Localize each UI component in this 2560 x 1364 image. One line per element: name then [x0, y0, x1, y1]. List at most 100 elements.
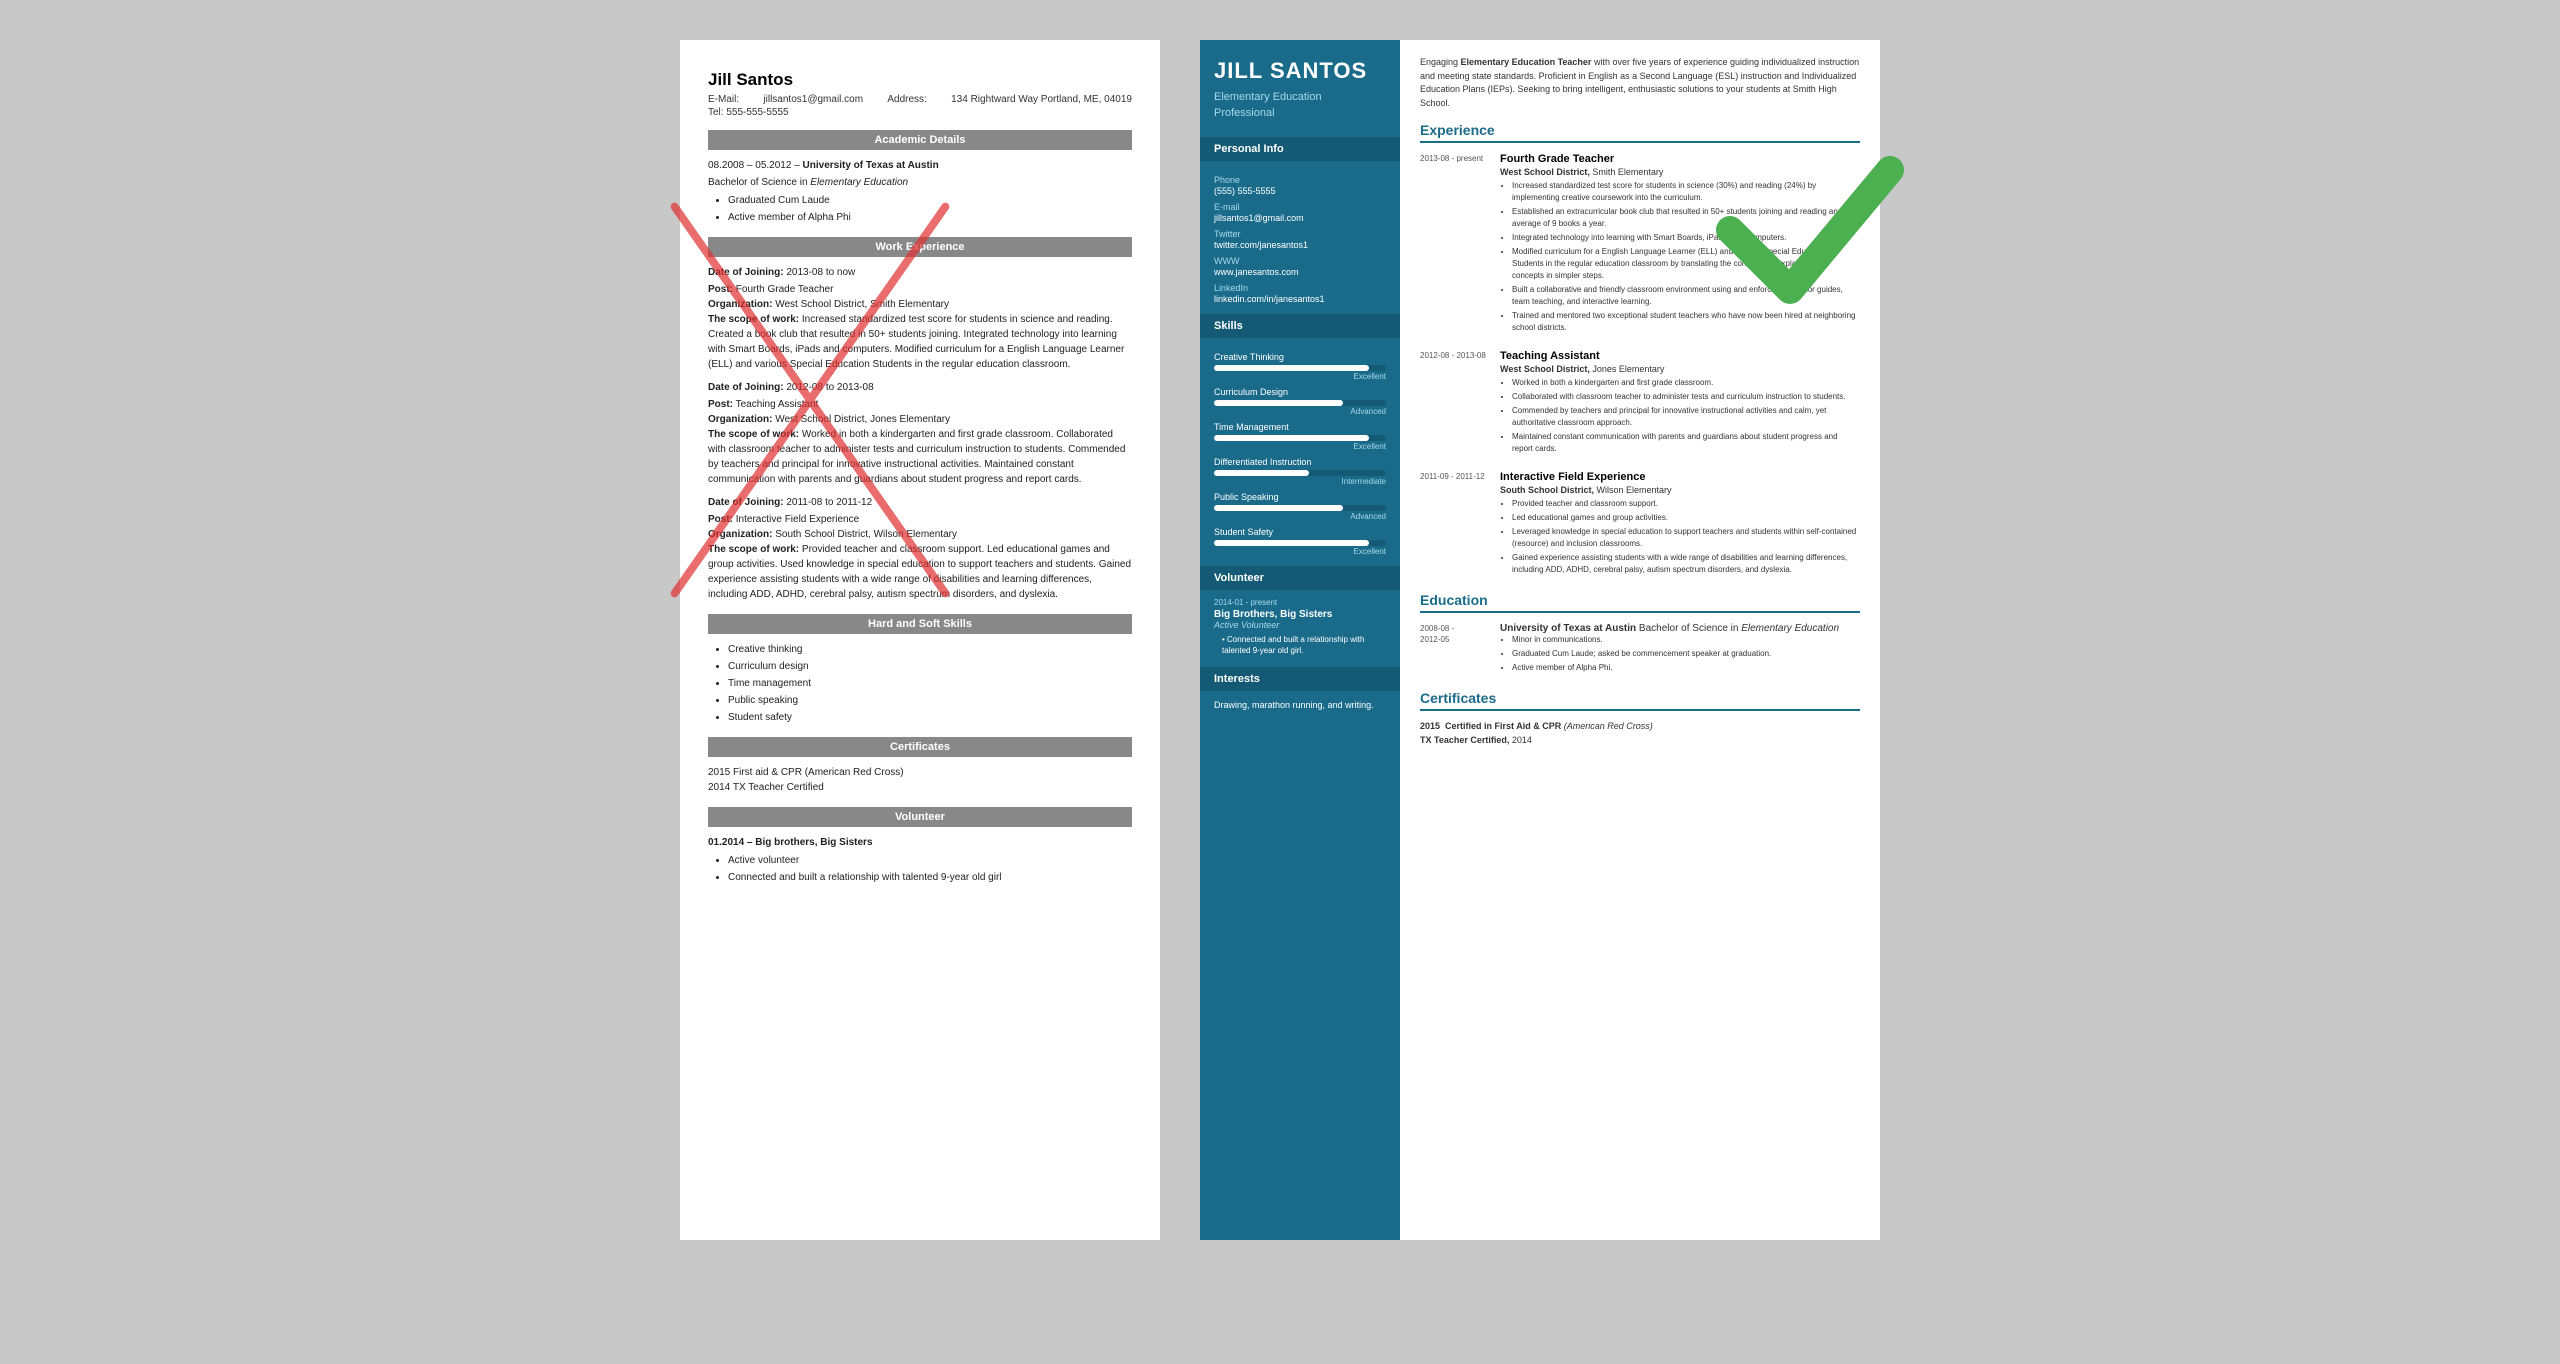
- volunteer-role: Active Volunteer: [1214, 620, 1386, 630]
- exp-item-0: 2013-08 - present Fourth Grade Teacher W…: [1420, 153, 1860, 336]
- job3-scope: The scope of work: Provided teacher and …: [708, 542, 1132, 602]
- academic-degree: Bachelor of Science in Elementary Educat…: [708, 175, 1132, 190]
- exp-org-1: West School District, Jones Elementary: [1500, 364, 1860, 374]
- exp-title-0: Fourth Grade Teacher: [1500, 153, 1860, 165]
- exp-date-2: 2011-09 - 2011-12: [1420, 471, 1490, 578]
- exp-bullets-0: Increased standardized test score for st…: [1500, 180, 1860, 334]
- skill-4: Public speaking: [728, 693, 1132, 708]
- left-address-label: Address:: [887, 94, 926, 105]
- skill-bar-bg-0: [1214, 365, 1386, 371]
- job1-org: Organization: West School District, Smit…: [708, 297, 1132, 312]
- twitter-label: Twitter: [1214, 229, 1386, 239]
- academic-section-bar: Academic Details: [708, 130, 1132, 150]
- certificates-title: Certificates: [1420, 690, 1860, 711]
- www-value: www.janesantos.com: [1214, 267, 1386, 277]
- volunteer-section-bar: Volunteer: [708, 807, 1132, 827]
- academic-degree-field: Elementary Education: [810, 177, 908, 188]
- phone-value: (555) 555-5555: [1214, 186, 1386, 196]
- skill-name-3: Differentiated Instruction: [1214, 457, 1386, 467]
- exp-bullet: Built a collaborative and friendly class…: [1512, 284, 1860, 308]
- academic-section-content: 08.2008 – 05.2012 – University of Texas …: [708, 158, 1132, 225]
- skills-section-bar: Hard and Soft Skills: [708, 614, 1132, 634]
- exp-bullet: Worked in both a kindergarten and first …: [1512, 377, 1860, 389]
- skill-level-0: Excellent: [1214, 372, 1386, 381]
- cert-1: 2015 First aid & CPR (American Red Cross…: [708, 765, 1132, 780]
- skills-section-content: Creative thinking Curriculum design Time…: [708, 642, 1132, 725]
- skill-item-5: Student Safety Excellent: [1214, 527, 1386, 556]
- cert-right-2: TX Teacher Certified, 2014: [1420, 735, 1860, 745]
- skill-1: Creative thinking: [728, 642, 1132, 657]
- left-phone: 555-555-5555: [726, 107, 788, 118]
- academic-bullets: Graduated Cum Laude Active member of Alp…: [728, 193, 1132, 225]
- exp-title-1: Teaching Assistant: [1500, 350, 1860, 362]
- exp-detail-1: Teaching Assistant West School District,…: [1500, 350, 1860, 457]
- skill-bar-bg-5: [1214, 540, 1386, 546]
- job1-post: Post: Fourth Grade Teacher: [708, 282, 1132, 297]
- edu-bullet-3: Active member of Alpha Phi.: [1512, 662, 1860, 674]
- exp-item-1: 2012-08 - 2013-08 Teaching Assistant Wes…: [1420, 350, 1860, 457]
- skill-level-2: Excellent: [1214, 442, 1386, 451]
- exp-bullets-1: Worked in both a kindergarten and first …: [1500, 377, 1860, 455]
- education-item: 2008-08 -2012-05 University of Texas at …: [1420, 623, 1860, 676]
- skill-level-5: Excellent: [1214, 547, 1386, 556]
- left-name: Jill Santos: [708, 70, 1132, 90]
- skill-name-4: Public Speaking: [1214, 492, 1386, 502]
- skill-bar-bg-1: [1214, 400, 1386, 406]
- interests-text: Drawing, marathon running, and writing.: [1214, 699, 1386, 712]
- work-section-content: Date of Joining: 2013-08 to now Post: Fo…: [708, 265, 1132, 602]
- exp-detail-0: Fourth Grade Teacher West School Distric…: [1500, 153, 1860, 336]
- skill-name-1: Curriculum Design: [1214, 387, 1386, 397]
- volunteer-bullet-2: Connected and built a relationship with …: [728, 870, 1132, 885]
- edu-bullet-1: Minor in communications.: [1512, 634, 1860, 646]
- exp-bullet: Trained and mentored two exceptional stu…: [1512, 310, 1860, 334]
- left-phone-label: Tel:: [708, 107, 724, 118]
- volunteer-content: 2014-01 - present Big Brothers, Big Sist…: [1200, 590, 1400, 664]
- volunteer-org: Big Brothers, Big Sisters: [1214, 609, 1386, 620]
- resume-left: Jill Santos E-Mail: jillsantos1@gmail.co…: [680, 40, 1160, 1240]
- exp-bullet: Increased standardized test score for st…: [1512, 180, 1860, 204]
- work-section-bar: Work Experience: [708, 237, 1132, 257]
- interests-content: Drawing, marathon running, and writing.: [1200, 691, 1400, 720]
- exp-bullet: Gained experience assisting students wit…: [1512, 552, 1860, 576]
- exp-bullet: Modified curriculum for a English Langua…: [1512, 246, 1860, 282]
- job1-scope: The scope of work: Increased standardize…: [708, 312, 1132, 372]
- skill-3: Time management: [728, 676, 1132, 691]
- linkedin-label: LinkedIn: [1214, 283, 1386, 293]
- academic-date: 08.2008 – 05.2012 – University of Texas …: [708, 158, 1132, 173]
- skill-item-1: Curriculum Design Advanced: [1214, 387, 1386, 416]
- exp-bullet: Commended by teachers and principal for …: [1512, 405, 1860, 429]
- cert-right-1: 2015 Certified in First Aid & CPR (Ameri…: [1420, 721, 1860, 731]
- left-email-label: E-Mail:: [708, 94, 739, 105]
- email-label: E-mail: [1214, 202, 1386, 212]
- exp-bullet: Led educational games and group activiti…: [1512, 512, 1860, 524]
- personal-info-title: Personal Info: [1200, 137, 1400, 161]
- volunteer-bullet-1: Active volunteer: [728, 853, 1132, 868]
- exp-org-2: South School District, Wilson Elementary: [1500, 485, 1860, 495]
- job3-org: Organization: South School District, Wil…: [708, 527, 1132, 542]
- volunteer-section-content: 01.2014 – Big brothers, Big Sisters Acti…: [708, 835, 1132, 885]
- academic-bullet-1: Graduated Cum Laude: [728, 193, 1132, 208]
- volunteer-date: 01.2014 – Big brothers, Big Sisters: [708, 835, 1132, 850]
- volunteer-title: Volunteer: [1200, 566, 1400, 590]
- exp-title-2: Interactive Field Experience: [1500, 471, 1860, 483]
- exp-bullets-2: Provided teacher and classroom support.L…: [1500, 498, 1860, 576]
- volunteer-date: 2014-01 - present: [1214, 598, 1386, 607]
- linkedin-value: linkedin.com/in/janesantos1: [1214, 294, 1386, 304]
- edu-bullets: Minor in communications. Graduated Cum L…: [1500, 634, 1860, 674]
- phone-label: Phone: [1214, 175, 1386, 185]
- skill-level-4: Advanced: [1214, 512, 1386, 521]
- job3-date: Date of Joining: 2011-08 to 2011-12: [708, 495, 1132, 510]
- email-value: jillsantos1@gmail.com: [1214, 213, 1386, 223]
- exp-bullet: Collaborated with classroom teacher to a…: [1512, 391, 1860, 403]
- sidebar-name: JILL SANTOS: [1214, 58, 1386, 84]
- edu-bullet-2: Graduated Cum Laude; asked be commenceme…: [1512, 648, 1860, 660]
- left-address: 134 Rightward Way Portland, ME, 04019: [951, 94, 1132, 105]
- sidebar-header: JILL SANTOS Elementary Education Profess…: [1200, 40, 1400, 135]
- skill-bar-fill-0: [1214, 365, 1369, 371]
- education-title: Education: [1420, 592, 1860, 613]
- skill-name-2: Time Management: [1214, 422, 1386, 432]
- www-label: WWW: [1214, 256, 1386, 266]
- skill-item-2: Time Management Excellent: [1214, 422, 1386, 451]
- academic-bullet-2: Active member of Alpha Phi: [728, 210, 1132, 225]
- skill-name-0: Creative Thinking: [1214, 352, 1386, 362]
